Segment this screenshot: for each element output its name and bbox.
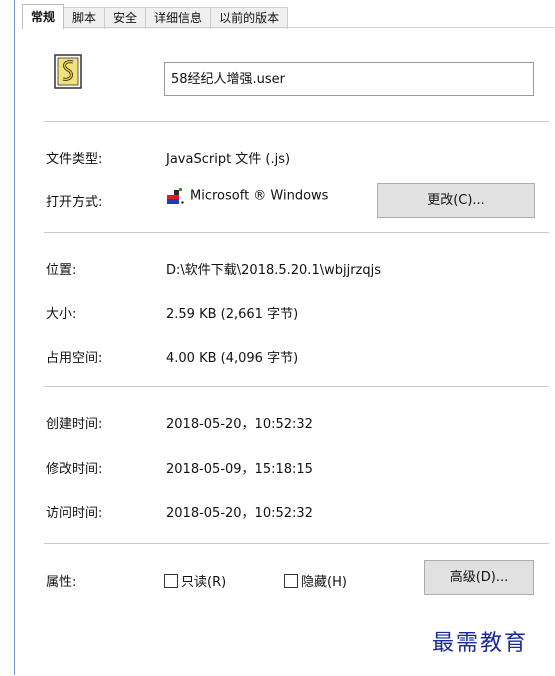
location-label: 位置: [46, 263, 77, 278]
open-with-app-name: Microsoft ® Windows [190, 188, 329, 204]
size-on-disk-label: 占用空间: [46, 351, 103, 366]
readonly-checkbox-box[interactable] [164, 574, 178, 588]
hidden-label: 隐藏(H) [301, 575, 347, 590]
file-type-value: JavaScript 文件 (.js) [166, 152, 291, 167]
separator [44, 232, 549, 233]
size-label: 大小: [46, 307, 77, 322]
tab-details[interactable]: 详细信息 [145, 7, 212, 29]
open-with-value: Microsoft ® Windows [166, 188, 328, 204]
general-panel: 58经纪人增强.user 文件类型: JavaScript 文件 (.js) 打… [22, 27, 554, 676]
size-on-disk-value: 4.00 KB (4,096 字节) [166, 351, 299, 366]
attributes-label: 属性: [46, 575, 77, 590]
created-value: 2018-05-20，10:52:32 [166, 417, 313, 432]
hidden-checkbox-box[interactable] [284, 574, 298, 588]
tab-previous-versions[interactable]: 以前的版本 [210, 7, 289, 29]
advanced-button[interactable]: 高级(D)... [424, 560, 534, 595]
modified-value: 2018-05-09，15:18:15 [166, 462, 313, 477]
modified-label: 修改时间: [46, 462, 103, 477]
accessed-value: 2018-05-20，10:52:32 [166, 506, 313, 521]
file-type-label: 文件类型: [46, 152, 103, 167]
accessed-label: 访问时间: [46, 506, 103, 521]
script-file-icon [54, 54, 82, 89]
separator [44, 543, 549, 544]
tab-script[interactable]: 脚本 [63, 7, 106, 29]
location-value: D:\软件下载\2018.5.20.1\wbjjrzqjs [166, 263, 382, 278]
separator [44, 121, 549, 122]
tab-bar: 常规 脚本 安全 详细信息 以前的版本 [22, 4, 289, 29]
properties-window: 常规 脚本 安全 详细信息 以前的版本 58经纪人增强.user 文件类型: J… [14, 0, 555, 675]
readonly-checkbox[interactable]: 只读(R) [164, 571, 226, 590]
open-with-label: 打开方式: [46, 195, 103, 210]
filename-input[interactable]: 58经纪人增强.user [164, 62, 534, 96]
readonly-label: 只读(R) [181, 575, 227, 590]
change-button[interactable]: 更改(C)... [377, 183, 535, 218]
size-value: 2.59 KB (2,661 字节) [166, 307, 299, 322]
created-label: 创建时间: [46, 417, 103, 432]
hidden-checkbox[interactable]: 隐藏(H) [284, 571, 347, 590]
windows-script-host-icon [167, 188, 184, 204]
tab-general[interactable]: 常规 [22, 4, 65, 29]
tab-security[interactable]: 安全 [104, 7, 147, 29]
separator [44, 386, 549, 387]
watermark-text: 最需教育 [432, 631, 529, 656]
